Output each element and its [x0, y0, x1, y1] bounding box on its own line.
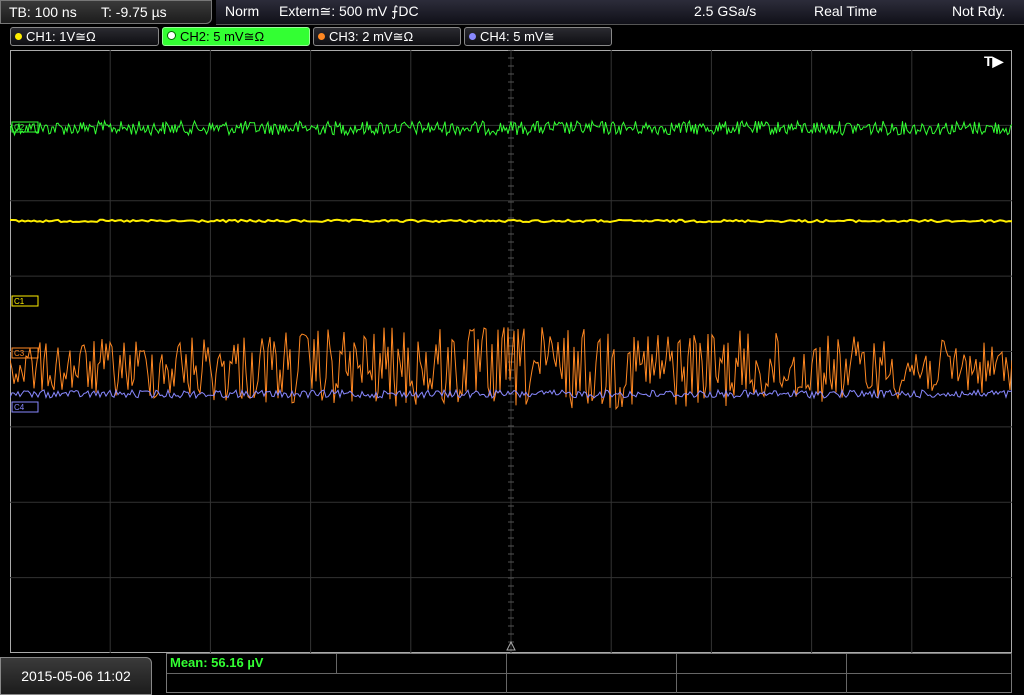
channel-4-button[interactable]: CH4: 5 mV≅	[464, 27, 612, 46]
channel-1-label: CH1: 1V≅Ω	[26, 29, 96, 44]
top-status-bar: TB: 100 ns T: -9.75 µs Norm Extern≅: 500…	[0, 0, 1024, 25]
channel-1-dot-icon	[15, 33, 22, 40]
channel-4-label: CH4: 5 mV≅	[480, 29, 555, 44]
waveform-canvas: C2 C1 C3 C4	[10, 50, 1012, 653]
channel-3-label: CH3: 2 mV≅Ω	[329, 29, 414, 44]
channel-2-button[interactable]: CH2: 5 mV≅Ω	[162, 27, 310, 46]
channel-3-dot-icon	[318, 33, 325, 40]
acquisition-state: Not Rdy.	[952, 3, 1006, 19]
acquisition-info: Norm Extern≅: 500 mV ⨍DC 2.5 GSa/s Real …	[216, 0, 1024, 25]
channel-2-dot-icon	[167, 31, 176, 40]
channel-bar: CH1: 1V≅Ω CH2: 5 mV≅Ω CH3: 2 mV≅Ω CH4: 5…	[0, 26, 1024, 48]
channel-4-dot-icon	[469, 33, 476, 40]
graticule	[10, 50, 1012, 653]
channel-1-marker[interactable]: C1	[11, 295, 39, 307]
sample-rate: 2.5 GSa/s	[694, 3, 757, 19]
channel-4-marker[interactable]: C4	[11, 401, 39, 413]
trigger-time-label: T: -9.75 µs	[101, 4, 167, 20]
trigger-source[interactable]: Extern≅: 500 mV ⨍DC	[279, 0, 419, 23]
svg-text:C4: C4	[14, 403, 25, 412]
trigger-mode[interactable]: Norm	[225, 0, 259, 23]
mean-measurement: Mean: 56.16 µV	[170, 655, 264, 670]
channel-2-label: CH2: 5 mV≅Ω	[180, 29, 265, 44]
datetime-display: 2015-05-06 11:02	[0, 657, 152, 695]
measurement-panel[interactable]: Mean: 56.16 µV	[166, 653, 1012, 693]
bottom-bar: 2015-05-06 11:02 Mean: 56.16 µV	[0, 653, 1024, 695]
svg-text:C2: C2	[14, 123, 25, 132]
channel-1-button[interactable]: CH1: 1V≅Ω	[10, 27, 159, 46]
svg-text:C1: C1	[14, 297, 25, 306]
trigger-level-marker[interactable]: T▶	[984, 53, 1003, 70]
channel-3-button[interactable]: CH3: 2 mV≅Ω	[313, 27, 461, 46]
timebase-label: TB: 100 ns	[9, 4, 77, 20]
channel-3-marker[interactable]: C3	[11, 347, 39, 359]
acquisition-mode: Real Time	[814, 3, 878, 19]
svg-text:C3: C3	[14, 349, 25, 358]
timebase-box[interactable]: TB: 100 ns T: -9.75 µs	[0, 0, 212, 24]
